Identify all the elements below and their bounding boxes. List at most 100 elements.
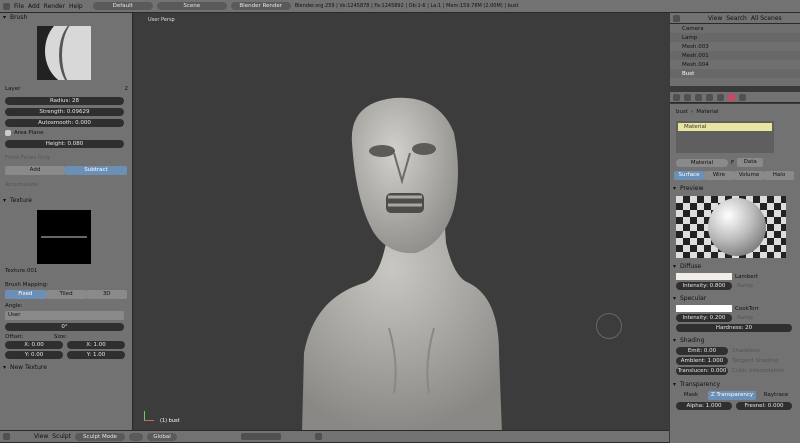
object-tab-icon[interactable] <box>706 93 713 101</box>
specular-shader[interactable]: CookTorr <box>735 306 759 312</box>
add-button[interactable]: Add <box>5 166 65 175</box>
material-link-data[interactable]: Data <box>737 158 764 167</box>
size-x-field[interactable]: X: 1.00 <box>67 341 125 349</box>
viewport-header: View Sculpt Sculpt Mode Global <box>0 430 669 443</box>
menu-view[interactable]: View <box>34 433 48 440</box>
accumulate-label[interactable]: Accumulate <box>5 182 37 188</box>
angle-field[interactable]: 0° <box>5 323 124 331</box>
cubic-toggle[interactable]: Cubic Interpolation <box>732 368 784 374</box>
texture-preview[interactable] <box>37 210 91 264</box>
diffuse-intensity[interactable]: Intensity: 0.800 <box>676 282 732 290</box>
outliner-menu-scenes[interactable]: All Scenes <box>751 15 782 22</box>
autosmooth-field[interactable]: Autosmooth: 0.000 <box>5 119 124 127</box>
menu-help[interactable]: Help <box>69 3 83 10</box>
mapping-tiled[interactable]: Tiled <box>45 290 87 299</box>
diffuse-ramp[interactable]: Ramp <box>737 283 753 289</box>
scene-tab-icon[interactable] <box>684 93 691 101</box>
transparency-panel-title[interactable]: Transparency <box>670 380 800 390</box>
diffuse-color[interactable] <box>676 273 732 280</box>
3d-viewport[interactable]: User Persp (1) bust <box>134 13 669 430</box>
tab-wire[interactable]: Wire <box>704 171 734 180</box>
menu-file[interactable]: File <box>14 3 24 10</box>
brush-preview[interactable] <box>37 26 91 80</box>
menu-sculpt[interactable]: Sculpt <box>52 433 71 440</box>
emit-field[interactable]: Emit: 0.00 <box>676 347 728 355</box>
menu-add[interactable]: Add <box>28 3 40 10</box>
specular-intensity[interactable]: Intensity: 0.200 <box>676 314 732 322</box>
snap-icon[interactable] <box>315 433 322 440</box>
editor-type-icon[interactable] <box>3 2 10 10</box>
radius-field[interactable]: Radius: 28 <box>5 97 124 105</box>
material-preview <box>676 196 786 258</box>
front-faces-label[interactable]: Front Faces Only <box>5 155 50 161</box>
translucency-field[interactable]: Translucen: 0.000 <box>676 367 728 375</box>
axis-widget <box>144 411 154 421</box>
texture-tab-icon[interactable] <box>739 93 746 101</box>
outliner-item[interactable]: Bust <box>670 69 800 78</box>
pivot-selector[interactable] <box>129 432 143 441</box>
trans-ztransparency[interactable]: Z Transparency <box>708 391 756 400</box>
orientation-selector[interactable]: Global <box>147 432 177 441</box>
texture-panel-title[interactable]: Texture <box>0 196 132 206</box>
specular-ramp[interactable]: Ramp <box>737 315 753 321</box>
mode-selector[interactable]: Sculpt Mode <box>75 432 125 441</box>
properties-editor: bust › Material Material Material F Data… <box>670 104 800 443</box>
layout-selector[interactable]: Default <box>92 2 153 10</box>
shading-panel-title[interactable]: Shading <box>670 336 800 346</box>
outliner-menu-view[interactable]: View <box>708 15 722 22</box>
material-users[interactable]: F <box>731 160 734 166</box>
brush-cursor <box>596 313 622 339</box>
material-tab-icon[interactable] <box>728 93 735 101</box>
ambient-field[interactable]: Ambient: 1.000 <box>676 357 728 365</box>
height-field[interactable]: Height: 0.080 <box>5 140 124 148</box>
brush-panel-title[interactable]: Brush <box>0 13 132 23</box>
material-slot[interactable]: Material <box>678 123 772 131</box>
outliner-item[interactable]: Mesh.001 <box>670 51 800 60</box>
tab-halo[interactable]: Halo <box>764 171 794 180</box>
specular-panel-title[interactable]: Specular <box>670 294 800 304</box>
sculpt-bust[interactable] <box>294 93 514 430</box>
scene-selector[interactable]: Scene <box>156 2 227 10</box>
angle-mode-select[interactable]: User <box>5 311 124 320</box>
shadeless-toggle[interactable]: Shadeless <box>732 348 760 354</box>
outliner-item[interactable]: Lamp <box>670 33 800 42</box>
tab-volume[interactable]: Volume <box>734 171 764 180</box>
top-header: File Add Render Help Default Scene Blend… <box>0 0 800 13</box>
trans-raytrace[interactable]: Raytrace <box>756 391 796 400</box>
mapping-3d[interactable]: 3D <box>86 290 128 299</box>
menu-render[interactable]: Render <box>44 3 65 10</box>
diffuse-shader[interactable]: Lambert <box>735 274 758 280</box>
area-plane-checkbox[interactable] <box>5 130 11 136</box>
offset-y-field[interactable]: Y: 0.00 <box>5 351 63 359</box>
tangent-toggle[interactable]: Tangent Shading <box>732 358 778 364</box>
layer-value[interactable]: 2 <box>125 86 129 92</box>
render-tab-icon[interactable] <box>673 93 680 101</box>
world-tab-icon[interactable] <box>695 93 702 101</box>
outliner-item[interactable]: Camera <box>670 24 800 33</box>
view3d-editor-icon[interactable] <box>3 433 10 440</box>
layer-buttons-icon[interactable] <box>241 433 281 440</box>
new-texture-title[interactable]: New Texture <box>0 363 132 373</box>
subtract-button[interactable]: Subtract <box>65 166 127 175</box>
tab-surface[interactable]: Surface <box>674 171 704 180</box>
specular-color[interactable] <box>676 305 732 312</box>
fresnel-field[interactable]: Fresnel: 0.000 <box>736 402 792 410</box>
alpha-field[interactable]: Alpha: 1.000 <box>676 402 732 410</box>
outliner-item[interactable]: Mesh.004 <box>670 60 800 69</box>
texture-name[interactable]: Texture.001 <box>5 268 37 274</box>
diffuse-panel-title[interactable]: Diffuse <box>670 262 800 272</box>
render-engine-selector[interactable]: Blender Render <box>230 2 291 10</box>
size-y-field[interactable]: Y: 1.00 <box>67 351 125 359</box>
offset-x-field[interactable]: X: 0.00 <box>5 341 63 349</box>
preview-panel-title[interactable]: Preview <box>670 184 800 194</box>
material-name-field[interactable]: Material <box>676 158 728 167</box>
outliner-item[interactable]: Mesh.003 <box>670 42 800 51</box>
outliner-editor-icon[interactable] <box>673 14 680 22</box>
trans-mask[interactable]: Mask <box>674 391 708 400</box>
strength-field[interactable]: Strength: 0.09629 <box>5 108 124 116</box>
material-slot-list[interactable]: Material <box>676 121 774 153</box>
mapping-fixed[interactable]: Fixed <box>5 290 46 299</box>
outliner-menu-search[interactable]: Search <box>726 15 747 22</box>
hardness-field[interactable]: Hardness: 20 <box>676 324 792 332</box>
modifier-tab-icon[interactable] <box>717 93 724 101</box>
